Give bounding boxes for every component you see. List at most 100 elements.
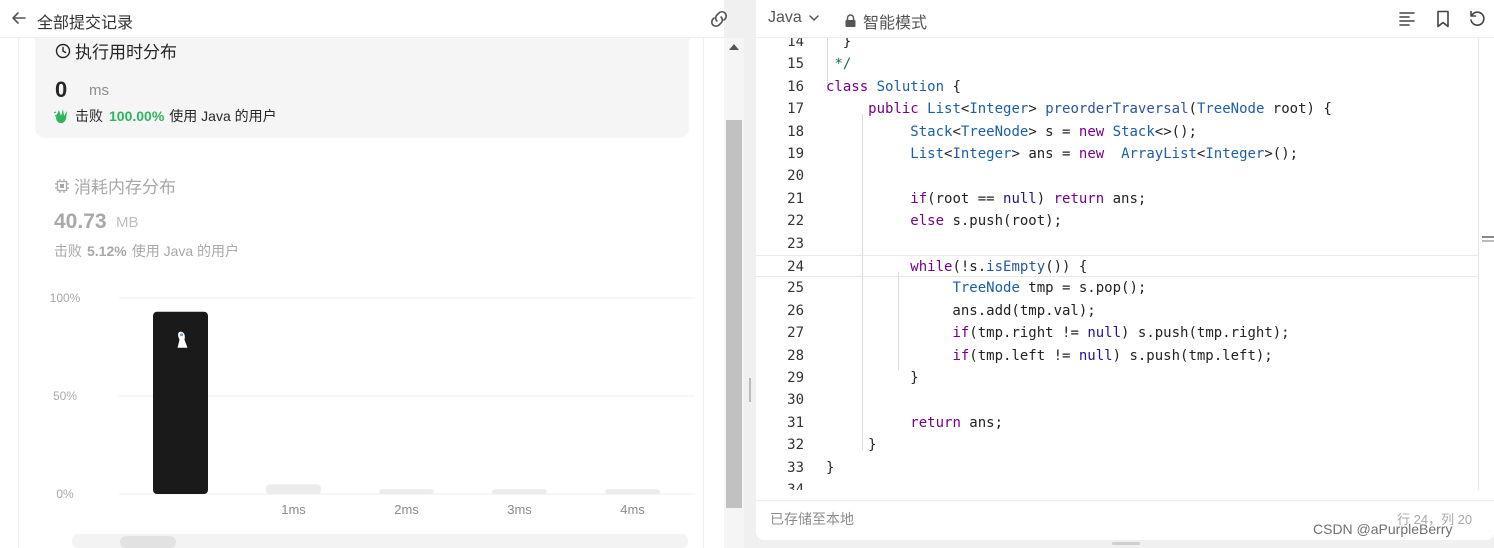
memory-unit: MB	[116, 214, 139, 231]
left-scrollbar[interactable]	[724, 38, 744, 548]
all-submissions-title[interactable]: 全部提交记录	[37, 9, 133, 33]
memory-beat-line: 击败 5.12% 使用 Java 的用户	[54, 241, 239, 261]
code-text[interactable]: class Solution {	[826, 76, 961, 98]
line-number: 33	[787, 459, 804, 476]
line-number: 27	[787, 325, 804, 342]
code-text[interactable]: if(root == null) return ans;	[826, 188, 1146, 210]
code-text[interactable]: TreeNode tmp = s.pop();	[826, 277, 1146, 299]
chart-bar	[266, 484, 321, 494]
code-text[interactable]: while(!s.isEmpty()) {	[826, 256, 1087, 278]
line-number: 31	[787, 414, 804, 431]
line-number: 19	[787, 146, 804, 162]
memory-beat-percent: 5.12%	[87, 243, 127, 259]
resize-grip-icon[interactable]	[749, 378, 751, 402]
bookmark-icon[interactable]	[1433, 9, 1453, 29]
line-number: 16	[787, 78, 804, 95]
code-line[interactable]: 24 while(!s.isEmpty()) {	[756, 255, 1478, 277]
code-line[interactable]: 16 class Solution {	[756, 76, 1478, 98]
code-line[interactable]: 33}	[756, 457, 1478, 479]
code-text[interactable]: return ans;	[826, 412, 1003, 434]
code-panel: Java 智能模式 14} 15 */ 16 class Solution {…	[756, 0, 1494, 540]
chart-y-tick-label: 50%	[53, 389, 77, 403]
watermark: CSDN @aPurpleBerry	[1313, 521, 1453, 537]
chart-x-tick-label: 2ms	[394, 502, 419, 517]
line-number: 15	[787, 56, 804, 73]
code-line[interactable]: 32 }	[756, 434, 1478, 456]
code-line[interactable]: 28 if(tmp.left != null) s.push(tmp.left)…	[756, 345, 1478, 367]
code-editor[interactable]: 14 } 15 */16 class Solution {17 public Lis…	[756, 38, 1494, 490]
chart-x-tick-label: 4ms	[620, 502, 645, 517]
runtime-distribution-chart: 0% 50% 100% 1ms 2ms 3ms 4ms	[50, 291, 695, 517]
code-line[interactable]: 15 */	[756, 53, 1478, 75]
editor-scroll-marker	[1482, 240, 1494, 242]
line-number: 14	[787, 38, 804, 50]
code-text[interactable]: ans.add(tmp.val);	[826, 300, 1095, 322]
chart-y-tick-label: 0%	[56, 487, 74, 501]
code-text[interactable]: }	[826, 434, 876, 456]
line-number: 17	[787, 101, 804, 118]
code-text[interactable]: else s.push(root);	[826, 210, 1062, 232]
code-line[interactable]: 21 if(root == null) return ans;	[756, 188, 1478, 210]
editor-scroll-marker	[1482, 236, 1494, 238]
code-text[interactable]: Stack<TreeNode> s = new Stack<>();	[826, 121, 1197, 143]
memory-beat-prefix: 击败	[54, 243, 82, 259]
clock-icon	[55, 43, 71, 58]
memory-value: 40.73	[54, 210, 107, 233]
runtime-title-text: 执行用时分布	[75, 43, 177, 62]
line-number: 20	[787, 168, 804, 185]
code-line[interactable]: 20	[756, 165, 1478, 187]
code-text[interactable]: */	[826, 53, 851, 75]
line-number: 24	[787, 259, 804, 275]
line-number: 22	[787, 213, 804, 230]
reset-icon[interactable]	[1467, 9, 1487, 29]
code-line[interactable]: 19 List<Integer> ans = new ArrayList<Int…	[756, 143, 1478, 165]
chart-y-tick-label: 100%	[50, 291, 81, 305]
code-line[interactable]: 22 else s.push(root);	[756, 210, 1478, 232]
code-text[interactable]: }	[826, 367, 918, 389]
line-number: 34	[787, 482, 804, 490]
runtime-beat-percent: 100.00%	[109, 108, 165, 124]
line-number: 18	[787, 123, 804, 140]
editor-toolbar: Java 智能模式	[756, 0, 1494, 38]
code-line[interactable]: 14 }	[756, 38, 1478, 53]
chart-x-tick-label: 3ms	[507, 502, 532, 517]
runtime-beat-suffix: 使用 Java 的用户	[169, 108, 277, 124]
editor-mode-label: 智能模式	[863, 15, 928, 32]
link-icon[interactable]	[708, 9, 730, 29]
code-line[interactable]: 31 return ans;	[756, 412, 1478, 434]
code-line[interactable]: 26 ans.add(tmp.val);	[756, 300, 1478, 322]
format-lines-icon[interactable]	[1397, 9, 1417, 29]
code-line[interactable]: 30	[756, 389, 1478, 411]
code-line[interactable]: 25 TreeNode tmp = s.pop();	[756, 277, 1478, 299]
lock-icon	[845, 14, 856, 27]
code-line[interactable]: 29 }	[756, 367, 1478, 389]
language-select[interactable]: Java	[768, 9, 820, 27]
code-text[interactable]: }	[826, 457, 834, 479]
chart-range-thumb[interactable]	[120, 536, 176, 548]
code-text[interactable]: public List<Integer> preorderTraversal(T…	[826, 98, 1332, 120]
runtime-card[interactable]: 执行用时分布 0 ms 击败 100.00% 使用 Java 的用户	[35, 38, 689, 138]
memory-beat-suffix: 使用 Java 的用户	[131, 243, 240, 259]
bottom-resize-handle[interactable]	[1112, 542, 1140, 545]
code-line[interactable]: 34	[756, 479, 1478, 490]
language-label: Java	[768, 9, 802, 26]
chart-range-scrollbar[interactable]	[72, 534, 688, 548]
memory-title[interactable]: 消耗内存分布	[54, 173, 176, 198]
editor-mode[interactable]: 智能模式	[844, 9, 927, 33]
code-line[interactable]: 23	[756, 233, 1478, 255]
left-scrollbar-thumb[interactable]	[726, 120, 742, 508]
editor-scrollbar-track[interactable]	[1478, 38, 1479, 490]
code-text[interactable]: if(tmp.left != null) s.push(tmp.left);	[826, 345, 1272, 367]
code-text[interactable]: if(tmp.right != null) s.push(tmp.right);	[826, 322, 1289, 344]
panel-resize-divider[interactable]	[744, 0, 756, 548]
line-number: 26	[787, 302, 804, 319]
code-line[interactable]: 27 if(tmp.right != null) s.push(tmp.righ…	[756, 322, 1478, 344]
code-text[interactable]: List<Integer> ans = new ArrayList<Intege…	[826, 143, 1298, 165]
scroll-up-arrow-icon[interactable]	[729, 44, 739, 50]
line-number: 21	[787, 190, 804, 207]
code-line[interactable]: 17 public List<Integer> preorderTraversa…	[756, 98, 1478, 120]
code-line[interactable]: 18 Stack<TreeNode> s = new Stack<>();	[756, 121, 1478, 143]
code-text[interactable]: }	[826, 38, 851, 53]
back-arrow-icon[interactable]	[10, 9, 28, 27]
chevron-down-icon	[809, 15, 819, 22]
